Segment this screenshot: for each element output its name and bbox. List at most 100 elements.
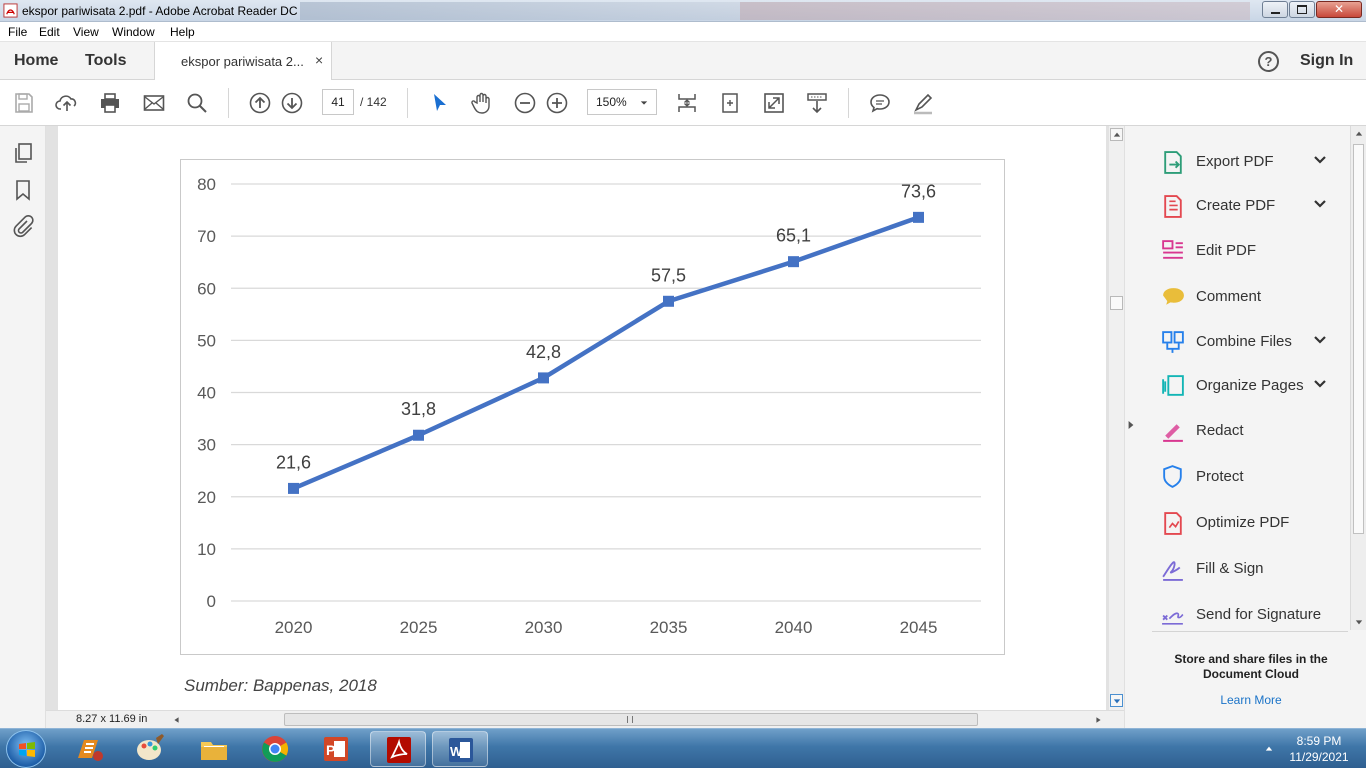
figure-caption: Sumber: Bappenas, 2018 — [184, 676, 377, 695]
print-icon[interactable] — [98, 91, 122, 115]
chevron-down-icon[interactable] — [1312, 152, 1328, 168]
y-tick-label: 0 — [207, 592, 216, 611]
attachment-icon[interactable] — [11, 214, 35, 238]
learn-more-link[interactable]: Learn More — [1152, 693, 1350, 707]
tool-send-signature[interactable]: Send for Signature — [1160, 599, 1340, 629]
page-size-label: 8.27 x 11.69 in — [76, 713, 148, 725]
system-clock[interactable]: 8:59 PM 11/29/2021 — [1280, 733, 1358, 765]
scroll-thumb[interactable] — [1110, 296, 1123, 310]
scroll-mode-icon[interactable] — [805, 91, 829, 115]
menu-help[interactable]: Help — [170, 25, 195, 39]
chevron-down-icon[interactable] — [1312, 332, 1328, 348]
arrow-up-icon[interactable] — [1355, 130, 1363, 138]
zoom-dropdown[interactable]: 150% — [587, 89, 657, 115]
document-viewport[interactable]: 0 10 20 30 40 50 60 70 80 2020 2025 2030 2035 2040 204… — [46, 126, 1108, 710]
tools-pane-scrollbar[interactable] — [1350, 126, 1366, 630]
highlight-pen-icon[interactable] — [911, 91, 935, 115]
bookmark-icon[interactable] — [11, 178, 35, 202]
next-page-icon[interactable] — [280, 91, 304, 115]
audio-app-icon — [78, 740, 103, 761]
tab-tools[interactable]: Tools — [85, 52, 126, 70]
page-thumbnails-icon[interactable] — [11, 141, 35, 165]
tool-protect[interactable]: Protect — [1160, 461, 1340, 491]
scroll-up-button[interactable] — [1110, 128, 1123, 141]
minimize-button[interactable] — [1262, 1, 1288, 18]
scroll-right-icon[interactable] — [1095, 716, 1102, 724]
close-window-button[interactable]: ✕ — [1316, 1, 1362, 18]
tool-create-pdf[interactable]: Create PDF — [1160, 190, 1340, 220]
zoom-out-icon[interactable] — [513, 91, 537, 115]
tool-organize-pages[interactable]: Organize Pages — [1160, 370, 1340, 400]
menu-window[interactable]: Window — [112, 25, 155, 39]
previous-page-icon[interactable] — [248, 91, 272, 115]
x-tick-label: 2020 — [275, 618, 313, 637]
taskbar-powerpoint[interactable]: P — [308, 731, 364, 767]
taskbar-word[interactable]: W — [432, 731, 488, 767]
tool-edit-pdf[interactable]: Edit PDF — [1160, 235, 1340, 265]
data-label: 73,6 — [901, 181, 936, 201]
chevron-down-icon — [640, 101, 648, 105]
scroll-left-icon[interactable] — [173, 716, 180, 724]
toolbar-separator — [407, 88, 408, 118]
document-tab-label: ekspor pariwisata 2... — [181, 54, 304, 69]
sign-in-link[interactable]: Sign In — [1300, 52, 1353, 70]
page-number-input[interactable]: 41 — [322, 89, 354, 115]
horizontal-scroll-thumb[interactable] — [284, 713, 978, 726]
upload-cloud-icon[interactable] — [55, 91, 79, 115]
tools-scroll-thumb[interactable] — [1353, 144, 1364, 534]
fit-page-icon[interactable] — [675, 91, 699, 115]
taskbar-audio-app[interactable] — [62, 731, 118, 767]
menu-bar: File Edit View Window Help — [0, 22, 1366, 42]
tool-label: Fill & Sign — [1196, 560, 1264, 577]
zoom-in-icon[interactable] — [545, 91, 569, 115]
x-tick-label: 2040 — [775, 618, 813, 637]
taskbar-google-chrome[interactable] — [247, 731, 303, 767]
menu-edit[interactable]: Edit — [39, 25, 60, 39]
menu-file[interactable]: File — [8, 25, 27, 39]
search-icon[interactable] — [185, 91, 209, 115]
tool-label: Organize Pages — [1196, 377, 1304, 394]
tool-combine-files[interactable]: Combine Files — [1160, 326, 1340, 356]
help-icon[interactable]: ? — [1258, 51, 1279, 72]
tools-divider — [1152, 631, 1348, 632]
select-cursor-icon[interactable] — [428, 91, 452, 115]
comment-tool-icon[interactable] — [868, 91, 892, 115]
tool-redact[interactable]: Redact — [1160, 415, 1340, 445]
status-and-horizontal-scrollbar: 8.27 x 11.69 in — [46, 710, 1124, 728]
scroll-down-button[interactable] — [1110, 694, 1123, 707]
show-hidden-icons-icon[interactable] — [1265, 745, 1273, 753]
restore-button[interactable] — [1289, 1, 1315, 18]
menu-view[interactable]: View — [73, 25, 99, 39]
hand-tool-icon[interactable] — [470, 91, 494, 115]
tool-label: Edit PDF — [1196, 242, 1257, 259]
save-icon[interactable] — [12, 91, 36, 115]
start-button[interactable] — [6, 730, 46, 768]
tools-pane: Export PDF Create PDF Edit PDF Comment Combi… — [1136, 126, 1366, 728]
tool-label: Export PDF — [1196, 153, 1274, 170]
close-tab-icon[interactable]: × — [315, 52, 323, 68]
taskbar-paint[interactable] — [122, 731, 178, 767]
tool-label: Comment — [1196, 288, 1262, 305]
document-vertical-scrollbar[interactable] — [1108, 126, 1124, 710]
powerpoint-icon: P — [324, 737, 348, 761]
acrobat-icon — [387, 737, 411, 763]
comment-icon — [1163, 288, 1184, 305]
email-icon[interactable] — [142, 91, 166, 115]
tool-optimize-pdf[interactable]: Optimize PDF — [1160, 507, 1340, 537]
chevron-down-icon[interactable] — [1312, 376, 1328, 392]
tool-export-pdf[interactable]: Export PDF — [1160, 146, 1340, 176]
tool-fill-sign[interactable]: Fill & Sign — [1160, 553, 1340, 583]
rotate-page-icon[interactable] — [718, 91, 742, 115]
taskbar-windows-explorer[interactable] — [186, 731, 242, 767]
tool-comment[interactable]: Comment — [1160, 281, 1340, 311]
background-window-strip — [300, 2, 740, 20]
full-screen-icon[interactable] — [762, 91, 786, 115]
tab-document[interactable]: ekspor pariwisata 2... × — [154, 42, 332, 81]
chevron-down-icon[interactable] — [1312, 196, 1328, 212]
taskbar-adobe-acrobat[interactable] — [370, 731, 426, 767]
collapse-tools-pane-strip[interactable] — [1124, 126, 1136, 728]
data-label: 31,8 — [401, 399, 436, 419]
arrow-down-icon[interactable] — [1355, 618, 1363, 626]
tab-home[interactable]: Home — [14, 52, 58, 70]
collapse-right-panel-icon[interactable] — [1127, 420, 1135, 430]
